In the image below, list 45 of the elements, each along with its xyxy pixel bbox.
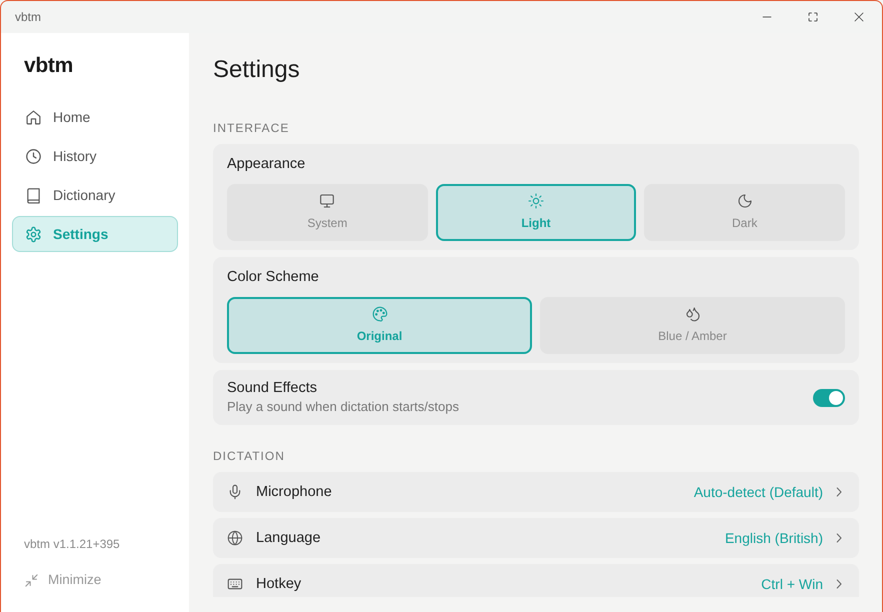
sidebar-nav-item[interactable]: Home <box>12 99 178 135</box>
setting-label: Microphone <box>256 483 333 502</box>
toggle-switch[interactable] <box>813 388 845 406</box>
home-icon <box>25 108 42 126</box>
setting-value: Auto-detect (Default) <box>694 483 823 502</box>
section-heading: DICTATION <box>213 448 286 464</box>
book-icon <box>25 186 42 204</box>
option-button[interactable]: System <box>227 184 428 241</box>
setting-value: English (British) <box>724 529 823 548</box>
option-button[interactable]: Light <box>436 184 636 241</box>
option-button[interactable]: Original <box>227 297 532 354</box>
option-button[interactable]: Blue / Amber <box>540 297 845 354</box>
section-heading: INTERFACE <box>213 120 290 136</box>
droplets-icon <box>684 306 700 322</box>
setting-row[interactable]: Microphone Auto-detect (Default) <box>213 472 859 512</box>
setting-label: Hotkey <box>256 575 302 594</box>
palette-icon <box>372 306 388 322</box>
globe-icon <box>227 530 243 546</box>
keyboard-icon <box>227 576 243 592</box>
setting-row[interactable]: Hotkey Ctrl + Win <box>213 564 859 597</box>
card-title: Color Scheme <box>227 268 320 287</box>
minimize-link[interactable]: Minimize <box>12 570 102 590</box>
setting-row[interactable]: Language English (British) <box>213 518 859 558</box>
app-name: vbtm <box>23 53 73 79</box>
clock-icon <box>25 148 42 164</box>
window-title: vbtm <box>14 9 42 25</box>
card-title: Appearance <box>227 155 306 174</box>
sidebar-nav-item[interactable]: Dictionary <box>12 177 178 213</box>
setting-label: Language <box>256 529 322 548</box>
monitor-icon <box>319 193 336 209</box>
setting-value: Ctrl + Win <box>761 575 823 594</box>
sidebar-nav-item[interactable]: Settings <box>12 216 178 252</box>
option-button[interactable]: Dark <box>644 184 845 241</box>
settings-icon <box>25 226 42 242</box>
sun-icon <box>528 193 544 209</box>
microphone-icon <box>227 484 243 500</box>
version-label: vbtm v1.1.21+395 <box>23 536 120 552</box>
page-title: Settings <box>213 55 301 85</box>
moon-icon <box>736 193 753 209</box>
setting-title: Sound Effects <box>227 379 318 398</box>
close-icon <box>853 11 865 23</box>
sidebar-nav-item[interactable]: History <box>12 138 178 174</box>
maximize-icon <box>807 11 819 23</box>
shrink-arrows-icon <box>24 572 39 588</box>
setting-description: Play a sound when dictation starts/stops <box>227 398 459 416</box>
